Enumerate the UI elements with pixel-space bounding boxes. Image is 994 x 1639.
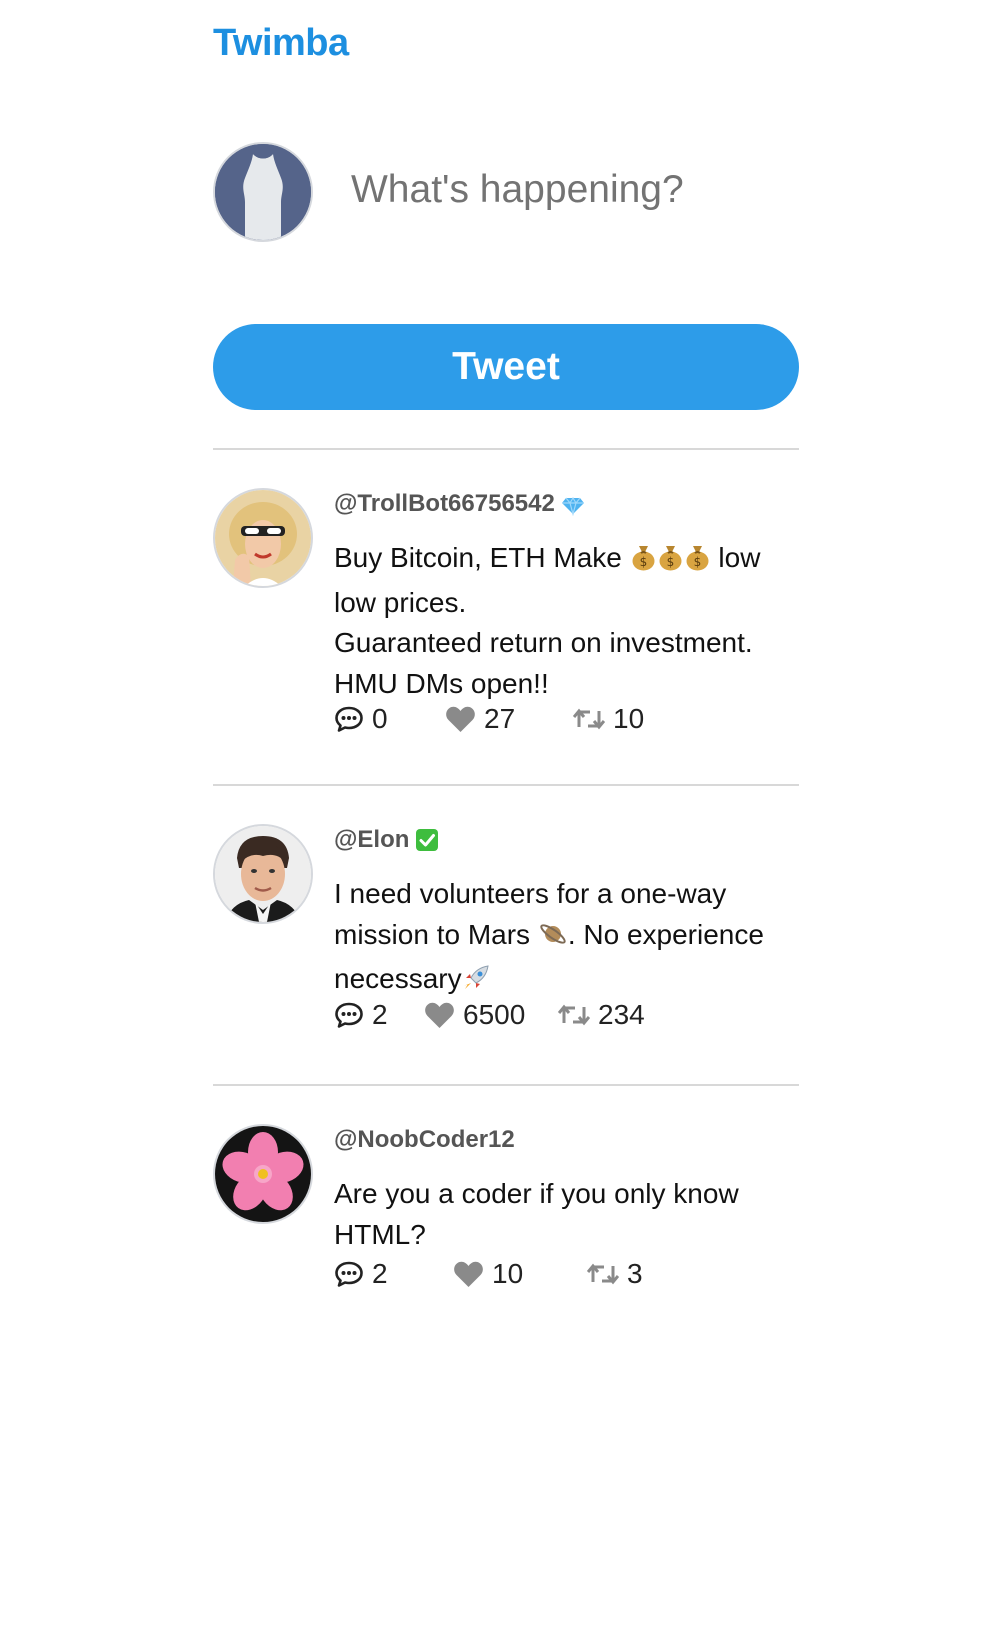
tweet-item: @TrollBot66756542 Buy Bitcoin, ETH Make …: [213, 488, 799, 768]
retweet-icon: [587, 1263, 619, 1285]
retweet-action[interactable]: 3: [587, 1257, 643, 1291]
reply-count: 0: [372, 703, 388, 734]
heart-icon: [446, 706, 475, 732]
comment-icon: [335, 706, 363, 732]
compose-area: [213, 142, 799, 242]
tweet-text-part: low prices. Guaranteed return on investm…: [334, 586, 753, 699]
money-bag-icon: $: [684, 542, 711, 583]
reply-action[interactable]: 2: [334, 998, 388, 1032]
tweet-button[interactable]: Tweet: [213, 324, 799, 410]
default-user-silhouette-icon: [215, 144, 311, 240]
like-count: 6500: [463, 999, 526, 1030]
reply-action[interactable]: 0: [334, 702, 388, 736]
tweet-stats: 0 27 10: [334, 702, 734, 736]
tweet-input[interactable]: [351, 162, 791, 218]
tweet-item: @NoobCoder12 Are you a coder if you only…: [213, 1124, 799, 1334]
tweet-body: @NoobCoder12 Are you a coder if you only…: [334, 1124, 794, 1255]
tweet-handle[interactable]: @Elon: [334, 824, 409, 856]
svg-text:$: $: [666, 555, 674, 569]
tweet-body: @Elon I need volunteers for a one-way mi…: [334, 824, 794, 1004]
tweet-handle-row: @Elon: [334, 824, 794, 856]
tweet-stats: 2 6500 234: [334, 998, 734, 1032]
comment-icon: [335, 1002, 363, 1028]
tweet-handle-row: @TrollBot66756542: [334, 488, 794, 520]
app-title: Twimba: [213, 22, 349, 64]
like-count: 10: [492, 1258, 524, 1289]
trollbot-avatar-image: [215, 490, 311, 586]
money-bag-icon: $: [657, 542, 684, 583]
tweet-text: I need volunteers for a one-way mission …: [334, 874, 794, 1004]
tweet-handle[interactable]: @TrollBot66756542: [334, 488, 555, 520]
reply-action[interactable]: 2: [334, 1257, 388, 1291]
reply-count: 2: [372, 999, 388, 1030]
tweet-text: Buy Bitcoin, ETH Make $ $ $ low low prices…: [334, 538, 794, 704]
like-action[interactable]: 27: [445, 702, 515, 736]
svg-text:$: $: [639, 555, 647, 569]
tweet-avatar[interactable]: [213, 824, 313, 924]
heart-icon: [425, 1002, 454, 1028]
ringed-planet-icon: [538, 919, 568, 960]
reply-count: 2: [372, 1258, 388, 1289]
retweet-action[interactable]: 234: [558, 998, 645, 1032]
feed-divider: [213, 784, 799, 786]
retweet-icon: [573, 708, 605, 730]
retweet-icon: [558, 1004, 590, 1026]
verified-check-icon: [415, 828, 439, 852]
like-action[interactable]: 6500: [424, 998, 525, 1032]
tweet-item: @Elon I need volunteers for a one-way mi…: [213, 824, 799, 1084]
tweet-avatar[interactable]: [213, 488, 313, 588]
retweet-count: 10: [613, 703, 645, 734]
tweet-text: Are you a coder if you only know HTML?: [334, 1178, 739, 1250]
like-action[interactable]: 10: [453, 1257, 523, 1291]
user-avatar: [213, 142, 313, 242]
tweet-text-part: low: [710, 542, 761, 573]
tweet-handle[interactable]: @NoobCoder12: [334, 1124, 515, 1156]
retweet-count: 234: [598, 999, 645, 1030]
feed-divider: [213, 448, 799, 450]
like-count: 27: [484, 703, 516, 734]
svg-text:$: $: [693, 555, 701, 569]
tweet-stats: 2 10 3: [334, 1257, 734, 1291]
diamond-icon: [561, 492, 585, 517]
retweet-count: 3: [627, 1258, 643, 1289]
tweet-handle-row: @NoobCoder12: [334, 1124, 794, 1156]
tweet-avatar[interactable]: [213, 1124, 313, 1224]
elon-avatar-image: [215, 826, 311, 922]
cherry-blossom-avatar-image: [215, 1126, 311, 1222]
money-bag-icon: $: [630, 542, 657, 583]
tweet-text-part: Buy Bitcoin, ETH Make: [334, 542, 630, 573]
feed-divider: [213, 1084, 799, 1086]
comment-icon: [335, 1261, 363, 1287]
retweet-action[interactable]: 10: [573, 702, 644, 736]
tweet-body: @TrollBot66756542 Buy Bitcoin, ETH Make …: [334, 488, 794, 704]
heart-icon: [454, 1261, 483, 1287]
